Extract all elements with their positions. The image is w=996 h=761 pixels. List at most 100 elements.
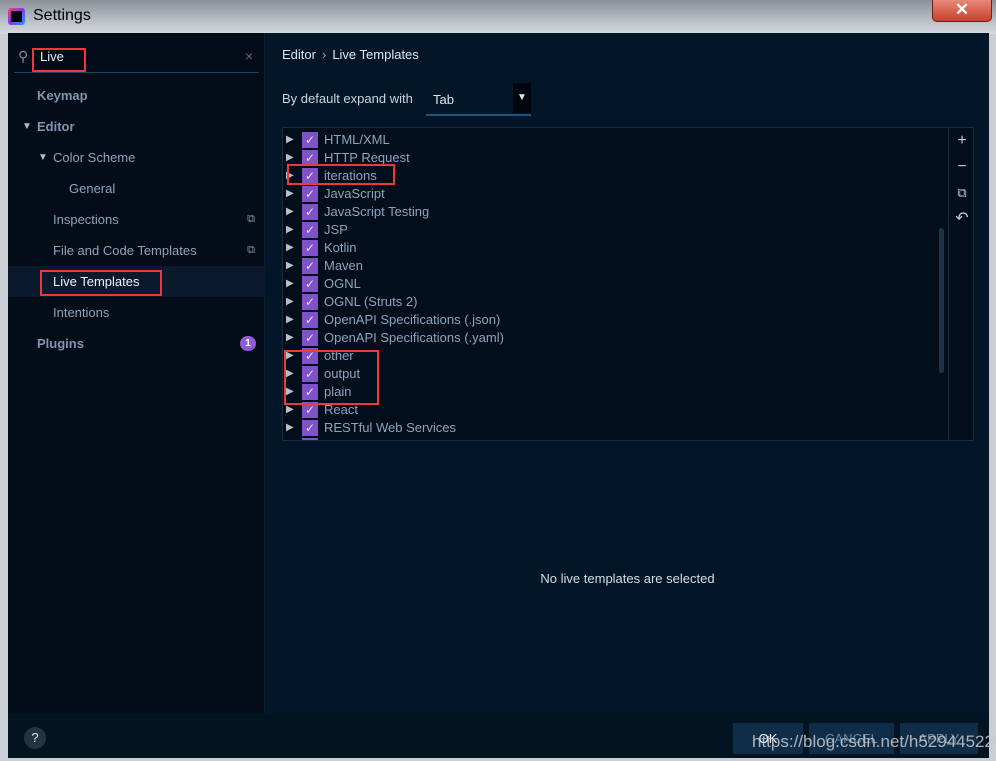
checkbox[interactable]: ✓ xyxy=(302,204,318,220)
template-group-label: RESTful Web Services xyxy=(324,420,456,435)
template-group-label: OpenAPI Specifications (.yaml) xyxy=(324,330,504,345)
annotation-box xyxy=(40,270,162,296)
template-group-row[interactable]: ▶ ✓ OGNL xyxy=(283,275,943,293)
sidebar-item-intentions[interactable]: Intentions xyxy=(8,297,265,328)
empty-message: No live templates are selected xyxy=(540,571,715,586)
expand-arrow-icon[interactable]: ▶ xyxy=(286,221,294,239)
sidebar-item-label: File and Code Templates xyxy=(53,243,197,258)
tree-toolbar: + − ⧉ ↶ xyxy=(948,128,973,440)
sidebar-item-label: Intentions xyxy=(53,305,110,320)
checkbox[interactable]: ✓ xyxy=(302,240,318,256)
sidebar-item-label: Editor xyxy=(37,119,75,134)
template-group-label: Kotlin xyxy=(324,240,357,255)
copy-icon[interactable]: ⧉ xyxy=(949,180,973,206)
settings-dialog: ⚲ Live × Keymap ▼ Editor ▼ Color Scheme Ge… xyxy=(8,33,989,758)
template-group-row[interactable]: ▶ ✓ plain xyxy=(283,383,943,401)
template-group-row[interactable]: ▶ ✓ Maven xyxy=(283,257,943,275)
expand-arrow-icon[interactable]: ▶ xyxy=(286,419,294,437)
checkbox[interactable]: ✓ xyxy=(302,258,318,274)
annotation-box xyxy=(287,164,395,185)
expand-arrow-icon[interactable]: ▶ xyxy=(286,437,294,440)
template-group-label: OGNL (Struts 2) xyxy=(324,294,418,309)
breadcrumb: Editor › Live Templates xyxy=(282,47,419,62)
restore-icon[interactable]: ↶ xyxy=(949,206,973,232)
template-group-label: JSP xyxy=(324,222,348,237)
checkbox[interactable]: ✓ xyxy=(302,438,318,440)
template-group-label: OpenAPI Specifications (.json) xyxy=(324,312,501,327)
expand-arrow-icon[interactable]: ▶ xyxy=(286,311,294,329)
clear-icon[interactable]: × xyxy=(245,48,253,64)
expand-arrow-icon[interactable]: ▶ xyxy=(286,239,294,257)
chevron-down-icon[interactable]: ▼ xyxy=(513,83,531,113)
sidebar: ⚲ Live × Keymap ▼ Editor ▼ Color Scheme Ge… xyxy=(8,33,265,713)
expand-label: By default expand with xyxy=(282,91,413,106)
template-group-row[interactable]: ▶ ✓ JavaScript Testing xyxy=(283,203,943,221)
template-group-label: HTML/XML xyxy=(324,132,390,147)
template-group-row[interactable]: ▶ ✓ React xyxy=(283,401,943,419)
window-title: Settings xyxy=(33,7,91,24)
select-value: Tab xyxy=(433,92,454,107)
expand-arrow-icon[interactable]: ▶ xyxy=(286,185,294,203)
project-scope-icon: ⧉ xyxy=(247,213,255,225)
checkbox[interactable]: ✓ xyxy=(302,276,318,292)
add-icon[interactable]: + xyxy=(949,128,973,154)
checkbox[interactable]: ✓ xyxy=(302,312,318,328)
sidebar-item-label: Color Scheme xyxy=(53,150,136,165)
template-group-row[interactable]: ▶ ✓ HTML/XML xyxy=(283,131,943,149)
remove-icon[interactable]: − xyxy=(949,154,973,180)
template-group-row[interactable]: ▶ ✓ JSP xyxy=(283,221,943,239)
template-group-row[interactable]: ▶ ✓ OpenAPI Specifications (.yaml) xyxy=(283,329,943,347)
watermark: https://blog.csdn.net/h529445220 xyxy=(752,732,996,751)
project-scope-icon: ⧉ xyxy=(247,244,255,256)
template-group-row[interactable]: ▶ ✓ output xyxy=(283,365,943,383)
expand-arrow-icon[interactable]: ▶ xyxy=(286,275,294,293)
expand-arrow-icon[interactable]: ▶ xyxy=(286,131,294,149)
checkbox[interactable]: ✓ xyxy=(302,132,318,148)
title-bar: Settings ✕ xyxy=(0,0,996,34)
template-group-row[interactable]: ▶ ✓ Kotlin xyxy=(283,239,943,257)
sidebar-item-color-scheme[interactable]: ▼ Color Scheme xyxy=(8,142,265,173)
template-group-label: JavaScript Testing xyxy=(324,204,430,219)
chevron-right-icon: › xyxy=(321,47,327,62)
template-group-row[interactable]: ▶ ✓ OGNL (Struts 2) xyxy=(283,293,943,311)
breadcrumb-parent[interactable]: Editor xyxy=(282,47,316,62)
sidebar-item-general[interactable]: General xyxy=(8,173,265,204)
sidebar-item-editor[interactable]: ▼ Editor xyxy=(8,111,265,142)
sidebar-item-label: Plugins xyxy=(37,336,84,351)
expand-arrow-icon[interactable]: ▶ xyxy=(286,293,294,311)
checkbox[interactable]: ✓ xyxy=(302,420,318,436)
close-button[interactable]: ✕ xyxy=(932,0,992,22)
sidebar-item-inspections[interactable]: Inspections ⧉ xyxy=(8,204,265,235)
expanded-arrow-icon[interactable]: ▼ xyxy=(22,111,32,142)
checkbox[interactable]: ✓ xyxy=(302,330,318,346)
template-group-label: JavaScript xyxy=(324,186,385,201)
intellij-logo-icon xyxy=(8,8,25,25)
template-group-label: Shell Script xyxy=(324,437,390,440)
template-group-row[interactable]: ▶ ✓ OpenAPI Specifications (.json) xyxy=(283,311,943,329)
checkbox[interactable]: ✓ xyxy=(302,222,318,238)
expand-arrow-icon[interactable]: ▶ xyxy=(286,257,294,275)
scrollbar[interactable] xyxy=(939,228,944,373)
template-group-row[interactable]: ▶ ✓ JavaScript xyxy=(283,185,943,203)
sidebar-item-plugins[interactable]: Plugins 1 xyxy=(8,328,265,359)
checkbox[interactable]: ✓ xyxy=(302,186,318,202)
template-group-row[interactable]: ▶ ✓ Shell Script xyxy=(283,437,943,440)
annotation-box xyxy=(284,350,379,405)
expanded-arrow-icon[interactable]: ▼ xyxy=(38,142,48,173)
search-icon: ⚲ xyxy=(18,48,29,64)
checkbox[interactable]: ✓ xyxy=(302,294,318,310)
sidebar-item-keymap[interactable]: Keymap xyxy=(8,80,265,111)
expand-arrow-icon[interactable]: ▶ xyxy=(286,329,294,347)
sidebar-item-label: General xyxy=(69,181,116,196)
template-group-row[interactable]: ▶ ✓ RESTful Web Services xyxy=(283,419,943,437)
expand-with-select[interactable]: Tab ▼ xyxy=(426,83,531,116)
sidebar-item-label: Inspections xyxy=(53,212,119,227)
template-group-label: Maven xyxy=(324,258,364,273)
template-group-label: OGNL xyxy=(324,276,361,291)
plugins-badge: 1 xyxy=(240,336,256,351)
help-button[interactable]: ? xyxy=(24,727,46,749)
breadcrumb-current: Live Templates xyxy=(332,47,419,62)
expand-arrow-icon[interactable]: ▶ xyxy=(286,203,294,221)
template-group-row[interactable]: ▶ ✓ other xyxy=(283,347,943,365)
sidebar-item-file-and-code-templates[interactable]: File and Code Templates ⧉ xyxy=(8,235,265,266)
